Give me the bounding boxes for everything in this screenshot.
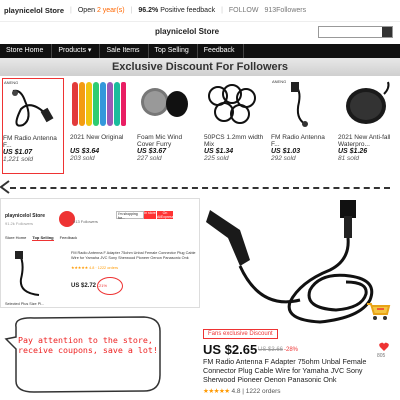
nav-top-selling[interactable]: Top Selling	[149, 44, 198, 58]
product-price: US $1.34	[204, 148, 234, 155]
nav-store-home[interactable]: Store Home	[0, 44, 53, 58]
follower-count: 913Followers	[264, 7, 307, 14]
follow-button[interactable]: FOLLOW	[229, 7, 259, 14]
product-sold: 1,221 sold	[3, 156, 33, 163]
product-name[interactable]: 50PCS 1.2mm width Mix	[204, 134, 266, 148]
product-name[interactable]: FM Radio Antenna F...	[271, 134, 333, 148]
product-image	[338, 78, 394, 132]
promo-text: Pay attention to the store, receive coup…	[18, 335, 158, 355]
shot-tab-top-selling[interactable]: Top Selling	[32, 235, 54, 241]
product-sold: 292 sold	[271, 155, 296, 162]
shot-tabs: Store Home Top Selling Feedback	[5, 235, 77, 241]
product-price: US $3.67	[137, 148, 167, 155]
store-nav: Store Home Products ▾ Sale Items Top Sel…	[0, 44, 400, 58]
dashed-line	[10, 187, 390, 189]
embedded-store-screenshot: playnicelol Store 91.2k Followers 913 Fo…	[0, 198, 200, 308]
main-product-pct-off: -28%	[284, 347, 299, 353]
antenna-cable-image	[291, 82, 308, 127]
product-name[interactable]: 2021 New Original	[70, 134, 132, 148]
product-name[interactable]: Foam Mic Wind Cover Furry	[137, 134, 199, 148]
shot-price-value: US $2.72	[71, 283, 97, 289]
main-product-rating: ★★★★★ 4.8 | 1222 orders	[203, 387, 280, 395]
mic-wind-cover-image	[141, 88, 188, 117]
speech-bubble-shape	[4, 316, 161, 393]
earbud-case-image	[346, 81, 390, 124]
brand-label: ANENG	[272, 79, 287, 84]
store-open-duration: Open 2 year(s)	[78, 7, 125, 14]
product-sold: 203 sold	[70, 155, 95, 162]
followers-discount-banner: Exclusive Discount For Followers	[0, 58, 400, 76]
brand-label: ANENG	[4, 80, 19, 85]
product-card[interactable]: Foam Mic Wind Cover Furry US $3.67 227 s…	[137, 78, 199, 174]
shot-product-desc[interactable]: FM Radio Antenna F Adapter 75ohm Unbal F…	[71, 251, 196, 261]
store-search-input[interactable]	[318, 26, 393, 38]
product-card[interactable]: ANENG FM Radio Antenna F... US $1.07 1,2…	[2, 78, 64, 174]
search-button[interactable]	[382, 27, 392, 37]
open-prefix: Open	[77, 7, 95, 14]
watch-bands-image	[72, 82, 126, 126]
product-image	[137, 78, 193, 132]
fans-discount-tag: Fans exclusive Discount	[203, 329, 278, 339]
shot-product-thumb	[15, 251, 40, 296]
product-image	[204, 78, 260, 132]
shot-tab-feedback[interactable]: Feedback	[60, 235, 78, 241]
product-name[interactable]: 2021 New Anti-fall Waterpro...	[338, 134, 400, 148]
product-card[interactable]: 2021 New Original US $3.64 203 sold	[70, 78, 132, 174]
product-card[interactable]: 2021 New Anti-fall Waterpro... US $1.26 …	[338, 78, 400, 174]
shot-follow-count: 913 Followers	[73, 219, 98, 224]
product-card[interactable]: ANENG FM Radio Antenna F... US $1.03 292…	[271, 78, 333, 174]
product-sold: 81 sold	[338, 155, 359, 162]
shot-search-site-button[interactable]: On AliExpress	[157, 211, 174, 219]
nav-sale-items[interactable]: Sale Items	[100, 44, 149, 58]
store-logo[interactable]: playnicelol Store	[155, 27, 219, 36]
nav-feedback[interactable]: Feedback	[198, 44, 244, 58]
rubber-bands-image	[208, 84, 256, 124]
product-price: US $3.64	[70, 148, 100, 155]
feedback-label: Positive feedback	[160, 7, 216, 14]
shot-wish-text: Selected Plus Size Pl...	[5, 302, 45, 306]
shot-search-input[interactable]: I'm shopping for...	[116, 211, 144, 220]
shot-product-rating: ★★★★★ 4.8 · 1222 orders	[71, 266, 118, 270]
shot-search-store-button[interactable]: In store	[144, 211, 156, 219]
product-price: US $1.03	[271, 148, 301, 155]
product-name[interactable]: FM Radio Antenna F...	[3, 135, 63, 149]
antenna-cable-image	[12, 89, 54, 127]
promo-speech-bubble: Pay attention to the store, receive coup…	[4, 315, 164, 395]
product-image	[70, 78, 126, 132]
product-image: ANENG	[3, 79, 59, 133]
separator: |	[221, 7, 223, 14]
separator: |	[130, 7, 133, 14]
cart-icon[interactable]	[365, 300, 391, 322]
product-card[interactable]: 50PCS 1.2mm width Mix US $1.34 225 sold	[204, 78, 266, 174]
product-price: US $1.26	[338, 148, 368, 155]
highlight-circle	[97, 277, 123, 295]
shot-store-followers: 91.2k Followers	[5, 221, 34, 226]
feedback-percent: 96.2%	[138, 7, 159, 14]
arrow-left-icon	[0, 180, 10, 194]
main-product-price: US $2.65	[203, 342, 258, 357]
product-sold: 225 sold	[204, 155, 229, 162]
product-sold: 227 sold	[137, 155, 162, 162]
open-years: 2 year(s)	[96, 7, 125, 14]
store-info-bar: playnicelol Store | Open 2 year(s) | 96.…	[0, 0, 400, 22]
store-name[interactable]: playnicelol Store	[4, 6, 64, 15]
product-price: US $1.07	[3, 149, 33, 156]
feedback-summary: 96.2% Positive feedback	[138, 7, 215, 14]
main-product-old-price: US $3.66	[258, 347, 284, 353]
shot-tab-home[interactable]: Store Home	[5, 235, 26, 241]
separator: |	[70, 7, 72, 14]
product-strip: ANENG FM Radio Antenna F... US $1.07 1,2…	[0, 78, 400, 176]
shot-store-name: playnicelol Store	[5, 213, 46, 219]
rating-text: 4.8 | 1222 orders	[231, 388, 281, 395]
logo-row: playnicelol Store	[0, 22, 400, 44]
product-image: ANENG	[271, 78, 327, 132]
rating-stars: ★★★★★	[203, 388, 230, 395]
nav-products[interactable]: Products ▾	[52, 44, 101, 58]
main-product-title[interactable]: FM Radio Antenna F Adapter 75ohm Unbal F…	[203, 357, 393, 384]
heart-icon[interactable]	[379, 342, 389, 352]
